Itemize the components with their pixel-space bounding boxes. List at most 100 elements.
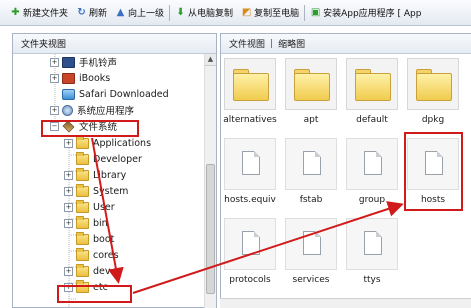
expand-icon[interactable]: + (64, 170, 73, 180)
folder-icon (224, 58, 276, 110)
tree-item-system[interactable]: + System (64, 183, 128, 199)
item-name: ttys (363, 275, 381, 285)
folder-view-header: 文件夹视图 (13, 34, 216, 54)
file-item[interactable]: ttys (344, 218, 400, 285)
folder-icon (76, 247, 89, 261)
install-app-label: 安装App应用程序 [ App (323, 9, 422, 19)
folder-icon (76, 167, 89, 181)
refresh-icon: ↻ (77, 7, 86, 18)
tree-item-label: iBooks (79, 72, 111, 84)
folder-icon (76, 231, 89, 245)
folder-icon (76, 135, 89, 149)
item-name: alternatives (223, 115, 277, 125)
expand-icon[interactable]: + (64, 202, 73, 212)
item-name: default (356, 115, 388, 125)
tree-item-label: 系统应用程序 (77, 106, 135, 117)
folder-item[interactable]: dpkg (405, 58, 461, 125)
file-icon (346, 138, 398, 190)
expand-icon[interactable]: + (64, 218, 73, 228)
folder-tree: + 手机铃声 + iBooks Safari Downloaded + 系统应用… (13, 54, 216, 308)
scroll-up-icon[interactable]: ▲ (205, 54, 216, 66)
folder-icon (76, 183, 89, 197)
tree-item-label: System (93, 185, 129, 197)
folder-icon (76, 215, 89, 229)
file-icon (285, 218, 337, 270)
bottom-scrollbar[interactable] (220, 298, 471, 308)
copy-from-pc-label: 从电脑复制 (188, 9, 234, 19)
install-icon: ▣ (310, 7, 321, 18)
tree-item-label: cores (93, 249, 119, 261)
tree-item-label: Developer (93, 153, 142, 165)
tab-thumbnail-view[interactable]: 缩略图 (278, 37, 305, 50)
folder-icon (76, 151, 89, 165)
file-item[interactable]: services (283, 218, 339, 285)
item-name: apt (303, 115, 319, 125)
expand-icon[interactable]: + (50, 57, 59, 67)
copy-icon: ◩ (241, 7, 252, 18)
file-icon (346, 218, 398, 270)
copy-from-pc-button[interactable]: ⬇ 从电脑复制 (175, 6, 233, 19)
view-separator: | (270, 38, 274, 49)
scroll-thumb[interactable] (206, 164, 215, 294)
folder-icon (346, 58, 398, 110)
file-item[interactable]: fstab (283, 138, 339, 205)
highlight-hosts (404, 132, 463, 211)
up-level-button[interactable]: ▲ 向上一级 (115, 6, 164, 19)
new-folder-label: 新建文件夹 (23, 9, 69, 19)
toolbar: ✚ 新建文件夹 ↻ 刷新 ▲ 向上一级 ⬇ 从电脑复制 ◩ 复制至电脑 ▣ 安装… (0, 0, 471, 26)
tab-file-view[interactable]: 文件视图 (229, 37, 265, 50)
tree-item-developer[interactable]: Developer (64, 151, 142, 167)
tree-item-cores[interactable]: cores (64, 247, 119, 263)
folder-icon (407, 58, 459, 110)
file-icon (224, 218, 276, 270)
item-name: fstab (299, 195, 323, 205)
folder-item[interactable]: alternatives (222, 58, 278, 125)
item-name: dpkg (421, 115, 445, 125)
tree-item-applications[interactable]: + Applications (64, 135, 151, 151)
ibooks-icon (62, 72, 75, 84)
tree-item-library[interactable]: + Library (64, 167, 126, 183)
file-icon (285, 138, 337, 190)
file-item[interactable]: group (344, 138, 400, 205)
tree-item-label: 手机铃声 (79, 58, 118, 69)
install-app-button[interactable]: ▣ 安装App应用程序 [ App (310, 6, 422, 19)
download-icon: ⬇ (176, 7, 185, 18)
refresh-label: 刷新 (89, 9, 108, 19)
expand-icon[interactable]: + (64, 186, 73, 196)
safari-icon (62, 88, 75, 100)
new-folder-button[interactable]: ✚ 新建文件夹 (10, 6, 68, 19)
expand-icon[interactable]: + (50, 105, 59, 115)
file-item[interactable]: hosts.equiv (222, 138, 278, 205)
refresh-button[interactable]: ↻ 刷新 (76, 6, 107, 19)
folder-item[interactable]: apt (283, 58, 339, 125)
file-item[interactable]: protocols (222, 218, 278, 285)
tree-item-ringtones[interactable]: + 手机铃声 (50, 54, 117, 70)
tree-item-boot[interactable]: boot (64, 231, 114, 247)
view-mode-bar: 文件视图 | 缩略图 (221, 34, 471, 54)
tree-item-bin[interactable]: + bin (64, 215, 108, 231)
expand-icon[interactable]: + (64, 138, 73, 148)
toolbar-divider (169, 4, 171, 21)
tree-scrollbar[interactable]: ▲ (204, 54, 216, 308)
highlight-file-system (41, 120, 139, 137)
apps-icon (62, 104, 73, 116)
tree-item-label: Applications (93, 137, 152, 149)
folder-icon (76, 199, 89, 213)
tree-item-user[interactable]: + User (64, 199, 115, 215)
highlight-etc (57, 285, 132, 303)
tree-item-dev[interactable]: + dev (64, 263, 111, 279)
copy-to-pc-button[interactable]: ◩ 复制至电脑 (241, 6, 299, 19)
expand-icon[interactable]: + (50, 73, 59, 83)
item-name: hosts.equiv (224, 195, 276, 205)
folder-view-title: 文件夹视图 (21, 40, 67, 50)
tree-item-label: User (93, 201, 115, 213)
tree-item-safari-downloaded[interactable]: Safari Downloaded (50, 86, 169, 102)
ringtone-icon (62, 56, 75, 68)
folder-item[interactable]: default (344, 58, 400, 125)
folder-tree-panel: 文件夹视图 + 手机铃声 + iBooks Safari Downloaded … (12, 33, 217, 308)
expand-icon[interactable]: + (64, 266, 73, 276)
tree-item-system-apps[interactable]: + 系统应用程序 (50, 102, 134, 118)
item-name: protocols (229, 275, 271, 285)
tree-item-ibooks[interactable]: + iBooks (50, 70, 110, 86)
item-name: group (358, 195, 386, 205)
